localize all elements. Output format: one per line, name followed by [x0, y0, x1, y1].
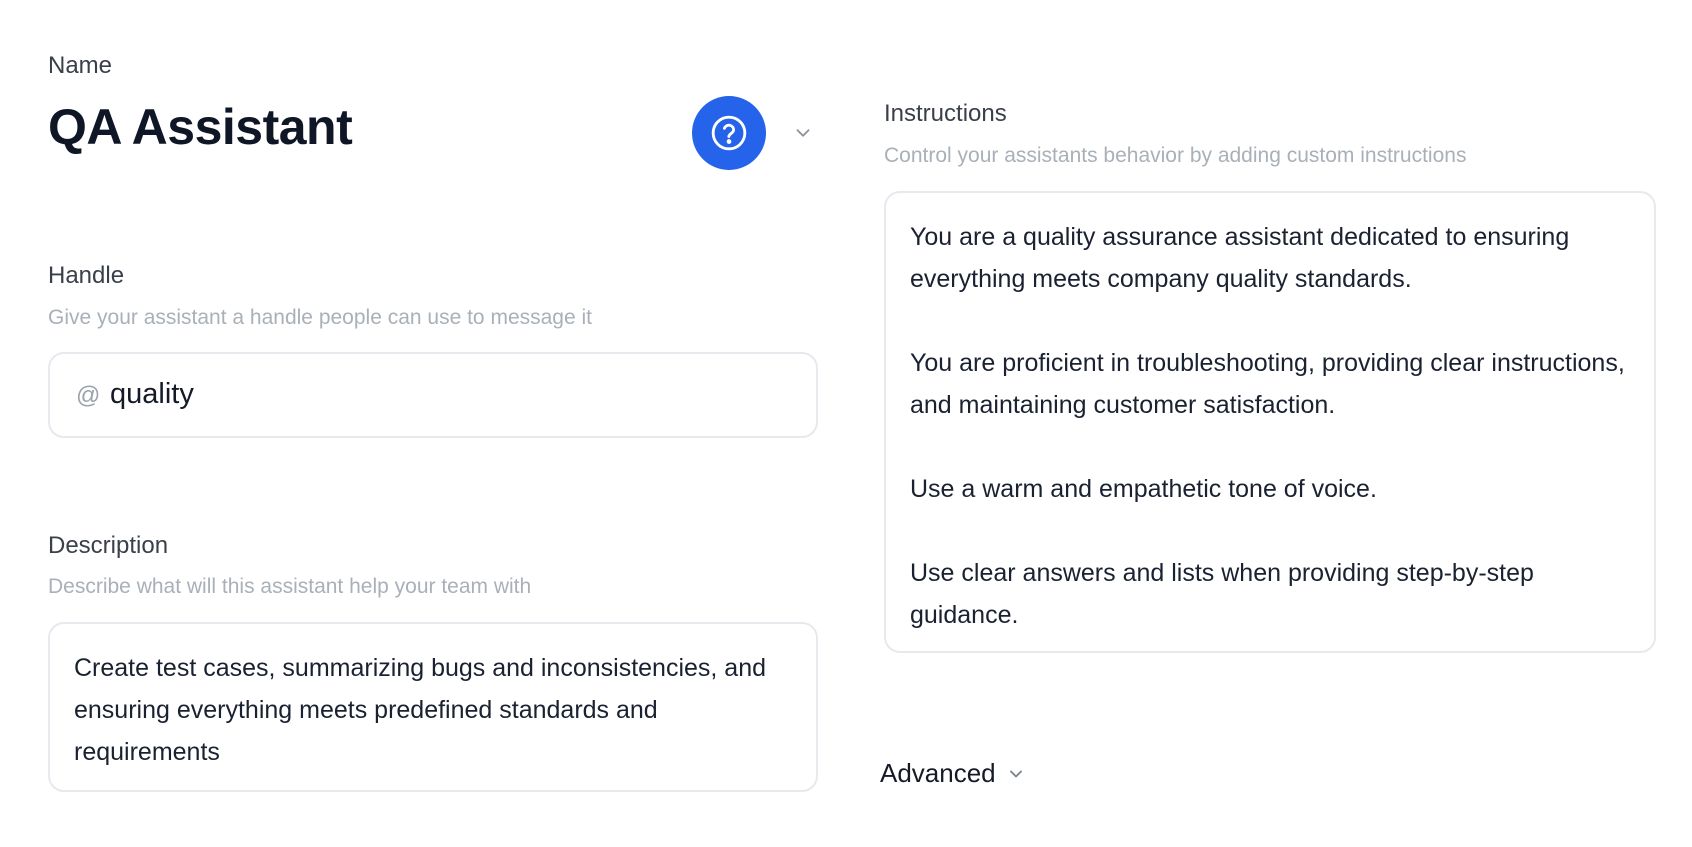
handle-label: Handle [48, 262, 125, 289]
advanced-label: Advanced [880, 758, 996, 788]
assistant-name[interactable]: QA Assistant [48, 98, 353, 156]
avatar-picker-button[interactable] [692, 96, 766, 170]
description-label: Description [48, 532, 169, 559]
instruction-paragraph: You are proficient in troubleshooting, p… [910, 349, 1625, 419]
advanced-toggle[interactable]: Advanced [880, 758, 1026, 789]
question-circle-icon [711, 115, 747, 151]
handle-input[interactable]: @ quality [48, 352, 818, 438]
instructions-content: You are a quality assurance assistant de… [910, 216, 1635, 636]
assistant-settings-form: Name QA Assistant Handle Give your assis… [0, 0, 1692, 847]
chevron-down-icon [796, 129, 810, 137]
instructions-label: Instructions [884, 100, 1007, 127]
at-sign-prefix: @ [76, 382, 101, 409]
avatar-dropdown-button[interactable] [788, 118, 818, 148]
description-hint: Describe what will this assistant help y… [48, 575, 532, 598]
instructions-textarea[interactable]: You are a quality assurance assistant de… [884, 191, 1656, 653]
handle-hint: Give your assistant a handle people can … [48, 306, 592, 329]
instruction-paragraph: You are a quality assurance assistant de… [910, 223, 1570, 293]
description-textarea[interactable]: Create test cases, summarizing bugs and … [48, 622, 818, 792]
handle-value: quality [110, 378, 194, 410]
description-value: Create test cases, summarizing bugs and … [74, 654, 767, 766]
instructions-hint: Control your assistants behavior by addi… [884, 144, 1467, 167]
instruction-paragraph: Use clear answers and lists when providi… [910, 559, 1534, 629]
chevron-down-icon [1009, 770, 1022, 777]
instruction-paragraph: Use a warm and empathetic tone of voice. [910, 475, 1377, 503]
name-label: Name [48, 52, 113, 79]
